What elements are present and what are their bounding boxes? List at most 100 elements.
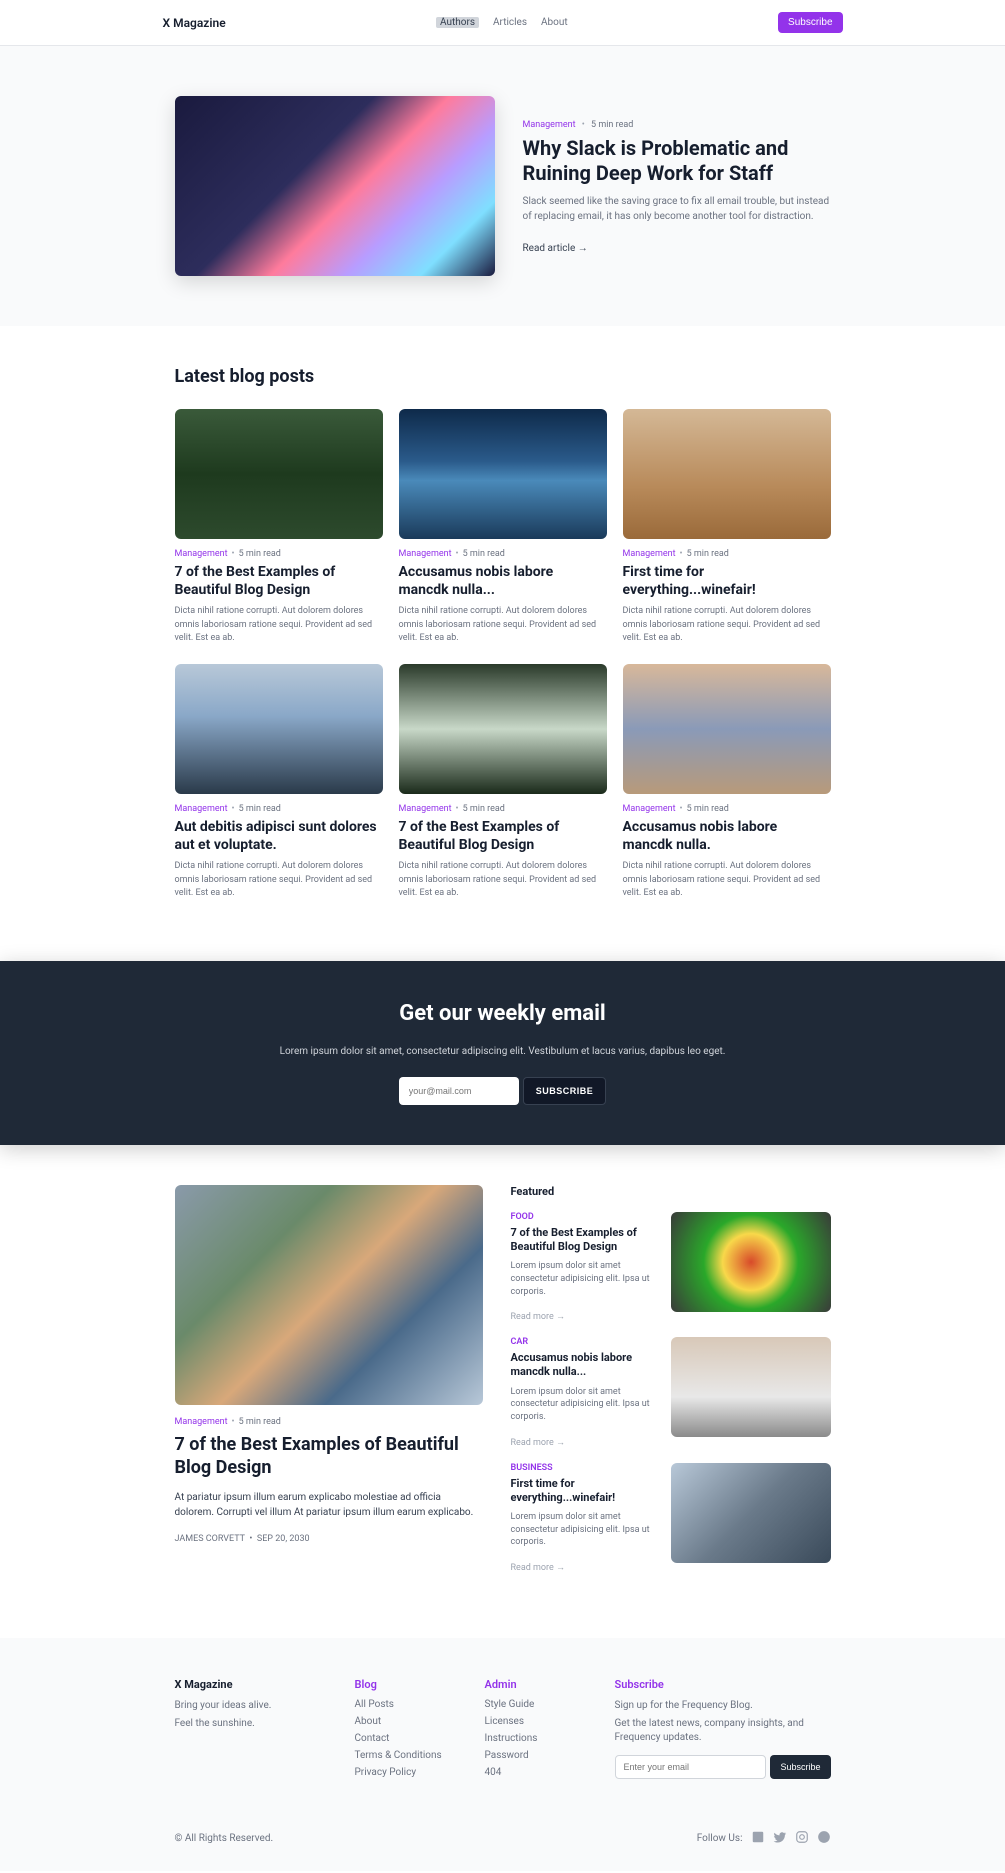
featured-item-title[interactable]: First time for everything...winefair!	[511, 1477, 657, 1506]
post-description: Dicta nihil ratione corrupti. Aut dolore…	[175, 605, 383, 646]
post-image	[399, 664, 607, 794]
post-title[interactable]: Accusamus nobis labore mancdk nulla...	[399, 563, 607, 599]
newsletter-desc: Lorem ipsum dolor sit amet, consectetur …	[175, 1046, 831, 1057]
footer-link[interactable]: Password	[485, 1750, 529, 1761]
footer-link[interactable]: Contact	[355, 1733, 390, 1744]
featured-item-desc: Lorem ipsum dolor sit amet consectetur a…	[511, 1386, 657, 1424]
footer-follow-label: Follow Us:	[697, 1833, 743, 1844]
post-title[interactable]: 7 of the Best Examples of Beautiful Blog…	[399, 818, 607, 854]
post-category[interactable]: Management	[399, 804, 452, 814]
newsletter-email-input[interactable]	[399, 1077, 519, 1105]
featured-item-category[interactable]: CAR	[511, 1337, 657, 1347]
footer-admin-heading: Admin	[485, 1678, 575, 1691]
featured-item[interactable]: BUSINESS First time for everything...win…	[511, 1463, 831, 1574]
featured-item-category[interactable]: BUSINESS	[511, 1463, 657, 1473]
newsletter-title: Get our weekly email	[175, 1001, 831, 1026]
featured-section: Management•5 min read 7 of the Best Exam…	[0, 1145, 1005, 1638]
featured-item-category[interactable]: FOOD	[511, 1212, 657, 1222]
post-image	[623, 409, 831, 539]
footer-social: Follow Us:	[697, 1830, 831, 1847]
post-readtime: 5 min read	[463, 549, 505, 559]
post-category[interactable]: Management	[399, 549, 452, 559]
nav-articles[interactable]: Articles	[493, 17, 527, 28]
newsletter-section: Get our weekly email Lorem ipsum dolor s…	[0, 961, 1005, 1145]
featured-category[interactable]: Management	[175, 1417, 228, 1427]
featured-item[interactable]: FOOD 7 of the Best Examples of Beautiful…	[511, 1212, 831, 1323]
post-image	[175, 409, 383, 539]
posts-grid: Management•5 min read 7 of the Best Exam…	[175, 409, 831, 901]
post-readtime: 5 min read	[239, 804, 281, 814]
post-image	[399, 409, 607, 539]
post-description: Dicta nihil ratione corrupti. Aut dolore…	[175, 860, 383, 901]
footer-link[interactable]: Terms & Conditions	[355, 1750, 442, 1761]
post-title[interactable]: 7 of the Best Examples of Beautiful Blog…	[175, 563, 383, 599]
featured-item-title[interactable]: 7 of the Best Examples of Beautiful Blog…	[511, 1226, 657, 1255]
post-title[interactable]: Aut debitis adipisci sunt dolores aut et…	[175, 818, 383, 854]
featured-sidebar-heading: Featured	[511, 1185, 831, 1198]
post-description: Dicta nihil ratione corrupti. Aut dolore…	[399, 860, 607, 901]
facebook-icon[interactable]	[817, 1830, 831, 1847]
post-category[interactable]: Management	[175, 549, 228, 559]
site-footer: X Magazine Bring your ideas alive. Feel …	[0, 1638, 1005, 1871]
footer-link[interactable]: Instructions	[485, 1733, 538, 1744]
post-card[interactable]: Management•5 min read Accusamus nobis la…	[399, 409, 607, 646]
footer-link[interactable]: Style Guide	[485, 1699, 535, 1710]
post-description: Dicta nihil ratione corrupti. Aut dolore…	[623, 860, 831, 901]
footer-brand-tagline: Bring your ideas alive.	[175, 1699, 315, 1713]
post-card[interactable]: Management•5 min read Aut debitis adipis…	[175, 664, 383, 901]
featured-item-read-link[interactable]: Read more →	[511, 1312, 566, 1322]
post-title[interactable]: Accusamus nobis labore mancdk nulla.	[623, 818, 831, 854]
post-card[interactable]: Management•5 min read 7 of the Best Exam…	[175, 409, 383, 646]
hero-title[interactable]: Why Slack is Problematic and Ruining Dee…	[523, 136, 831, 186]
footer-copyright: © All Rights Reserved.	[175, 1833, 274, 1844]
footer-subscribe-text: Sign up for the Frequency Blog.	[615, 1699, 831, 1713]
logo[interactable]: X Magazine	[163, 16, 226, 30]
hero-meta: Management • 5 min read	[523, 120, 831, 130]
featured-main-title[interactable]: 7 of the Best Examples of Beautiful Blog…	[175, 1433, 483, 1480]
nav-authors[interactable]: Authors	[436, 17, 479, 28]
featured-item[interactable]: CAR Accusamus nobis labore mancdk nulla.…	[511, 1337, 831, 1448]
hero-category[interactable]: Management	[523, 120, 576, 130]
featured-item-read-link[interactable]: Read more →	[511, 1438, 566, 1448]
post-image	[175, 664, 383, 794]
post-card[interactable]: Management•5 min read Accusamus nobis la…	[623, 664, 831, 901]
latest-heading: Latest blog posts	[175, 366, 831, 387]
footer-subscribe-button[interactable]: Subscribe	[770, 1755, 830, 1779]
latest-posts-section: Latest blog posts Management•5 min read …	[0, 326, 1005, 961]
footer-link[interactable]: Licenses	[485, 1716, 525, 1727]
subscribe-button[interactable]: Subscribe	[778, 12, 842, 33]
post-title[interactable]: First time for everything...winefair!	[623, 563, 831, 599]
hero-readtime: 5 min read	[591, 120, 633, 130]
featured-date: SEP 20, 2030	[257, 1534, 310, 1544]
featured-author: JAMES CORVETT	[175, 1534, 245, 1544]
site-header: X Magazine Authors Articles About Subscr…	[0, 0, 1005, 46]
footer-link[interactable]: 404	[485, 1767, 502, 1778]
twitter-icon[interactable]	[773, 1830, 787, 1847]
post-category[interactable]: Management	[175, 804, 228, 814]
post-readtime: 5 min read	[239, 549, 281, 559]
featured-item-read-link[interactable]: Read more →	[511, 1563, 566, 1573]
post-image	[623, 664, 831, 794]
post-card[interactable]: Management•5 min read 7 of the Best Exam…	[399, 664, 607, 901]
nav-about[interactable]: About	[541, 17, 568, 28]
footer-link[interactable]: Privacy Policy	[355, 1767, 417, 1778]
hero-read-link[interactable]: Read article →	[523, 243, 588, 254]
post-category[interactable]: Management	[623, 804, 676, 814]
featured-readtime: 5 min read	[239, 1417, 281, 1427]
footer-email-input[interactable]	[615, 1755, 767, 1779]
instagram-icon[interactable]	[795, 1830, 809, 1847]
post-card[interactable]: Management•5 min read First time for eve…	[623, 409, 831, 646]
featured-item-title[interactable]: Accusamus nobis labore mancdk nulla...	[511, 1351, 657, 1380]
post-readtime: 5 min read	[687, 804, 729, 814]
post-description: Dicta nihil ratione corrupti. Aut dolore…	[623, 605, 831, 646]
post-category[interactable]: Management	[623, 549, 676, 559]
newsletter-submit-button[interactable]: SUBSCRIBE	[523, 1077, 607, 1105]
hero-image	[175, 96, 495, 276]
linkedin-icon[interactable]	[751, 1830, 765, 1847]
footer-link[interactable]: All Posts	[355, 1699, 394, 1710]
footer-subscribe-form: Subscribe	[615, 1755, 831, 1779]
footer-link[interactable]: About	[355, 1716, 382, 1727]
hero-description: Slack seemed like the saving grace to fi…	[523, 194, 831, 224]
post-description: Dicta nihil ratione corrupti. Aut dolore…	[399, 605, 607, 646]
footer-brand-tagline: Feel the sunshine.	[175, 1717, 315, 1731]
